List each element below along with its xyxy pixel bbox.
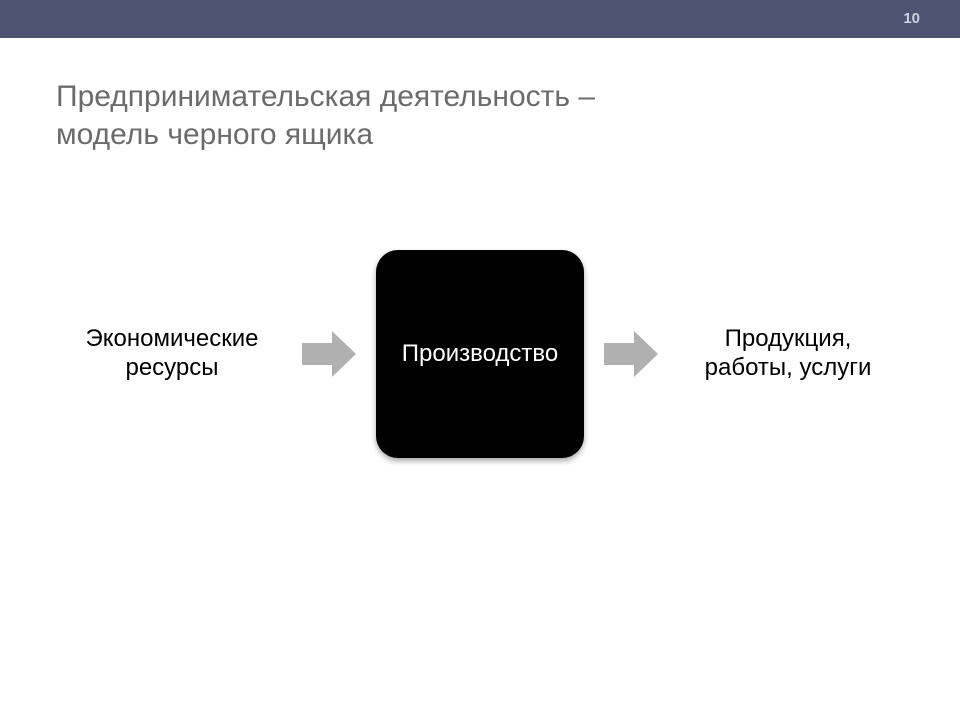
input-label-line-2: ресурсы: [125, 354, 218, 381]
black-box: Производство: [376, 250, 584, 458]
input-label: Экономические ресурсы: [62, 325, 282, 383]
title-line-2: модель черного ящика: [56, 118, 373, 151]
black-box-diagram: Экономические ресурсы Производство Проду…: [0, 250, 960, 458]
arrow-left-icon: [302, 331, 356, 377]
title-line-1: Предпринимательская деятельность –: [56, 80, 595, 113]
output-label: Продукция, работы, услуги: [678, 325, 898, 383]
arrow-right-icon: [604, 331, 658, 377]
header-bar: 10: [0, 0, 960, 38]
slide-title: Предпринимательская деятельность – модел…: [56, 78, 904, 153]
output-label-line-2: работы, услуги: [705, 354, 872, 381]
center-label: Производство: [402, 340, 558, 368]
title-block: Предпринимательская деятельность – модел…: [0, 38, 960, 153]
page-number: 10: [903, 10, 920, 27]
output-label-line-1: Продукция,: [725, 325, 852, 352]
input-label-line-1: Экономические: [86, 325, 259, 352]
